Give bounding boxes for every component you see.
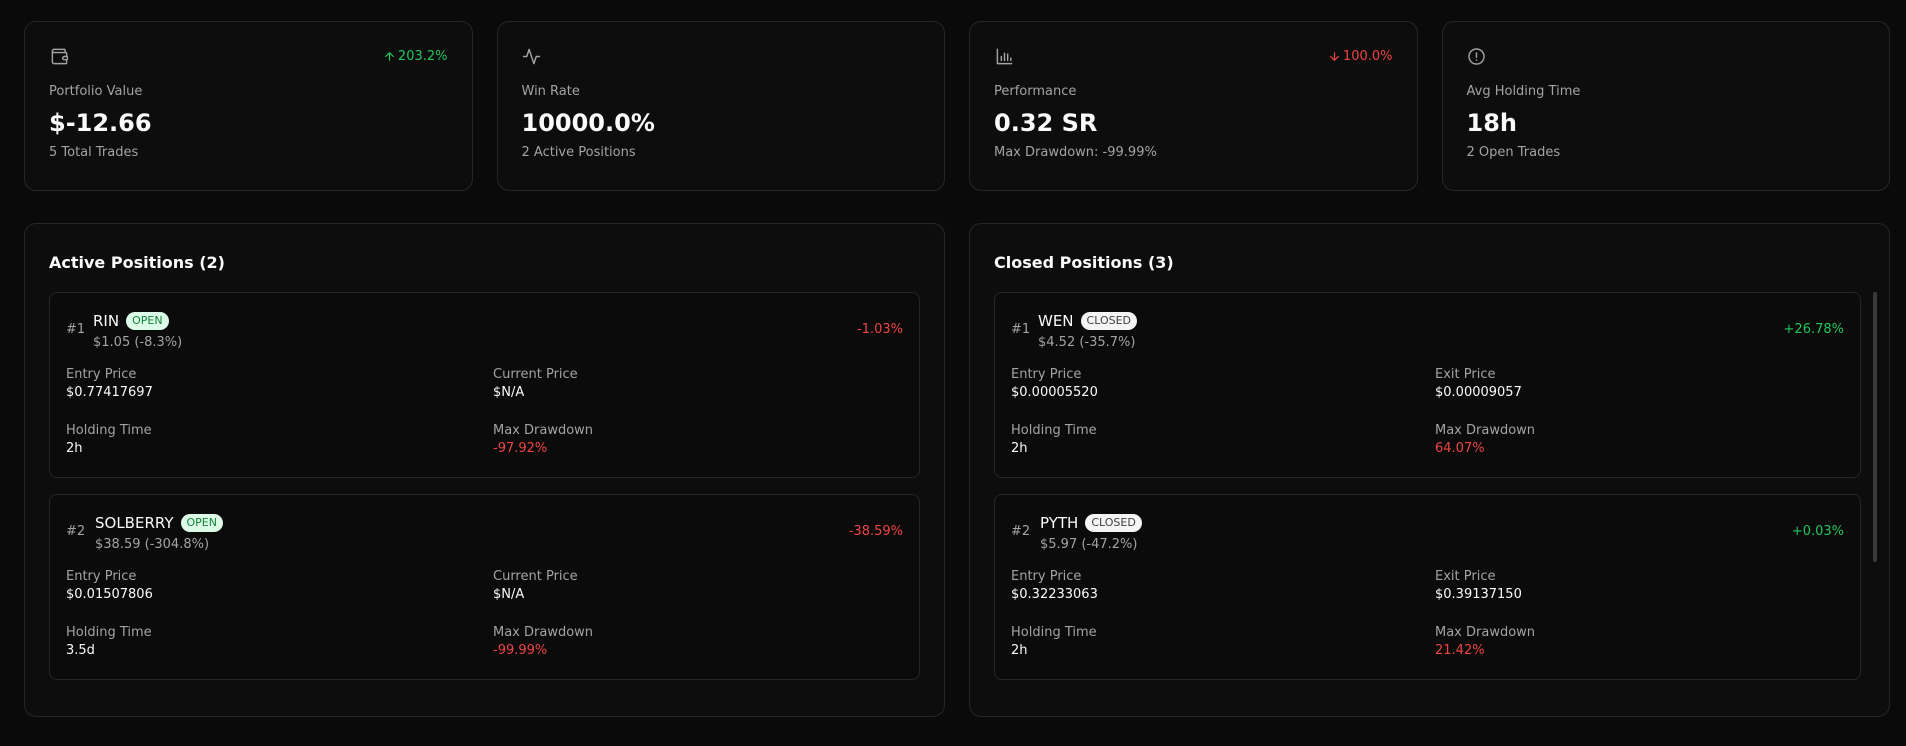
max-drawdown-field: Max Drawdown -99.99% xyxy=(493,625,594,658)
stat-label: Avg Holding Time xyxy=(1466,84,1581,99)
panel-title: Active Positions (2) xyxy=(49,253,225,272)
position-header: SOLBERRY OPEN xyxy=(95,514,223,532)
entry-price-field: Entry Price $0.00005520 xyxy=(1011,367,1098,400)
position-pnl: +0.03% xyxy=(1791,524,1844,539)
alert-circle-icon xyxy=(1467,46,1487,66)
status-badge: CLOSED xyxy=(1080,312,1138,330)
position-header: WEN CLOSED xyxy=(1038,312,1138,330)
bar-chart-icon xyxy=(994,46,1014,66)
token-name: PYTH xyxy=(1040,514,1079,532)
position-number: #2 xyxy=(66,524,86,539)
activity-icon xyxy=(522,46,542,66)
status-badge: OPEN xyxy=(180,514,223,532)
closed-positions-panel: Closed Positions (3) #1 WEN CLOSED $4.52… xyxy=(969,223,1890,717)
max-drawdown-field: Max Drawdown 21.42% xyxy=(1435,625,1536,658)
stat-label: Performance xyxy=(994,84,1077,99)
position-card-rin[interactable]: #1 RIN OPEN $1.05 (-8.3%) -1.03% Entry P… xyxy=(49,292,920,478)
arrow-up-icon xyxy=(385,51,394,61)
status-badge: CLOSED xyxy=(1085,514,1142,532)
position-number: #1 xyxy=(1011,322,1031,337)
position-value: $1.05 (-8.3%) xyxy=(93,335,183,350)
token-name: WEN xyxy=(1038,312,1074,330)
win-rate-card: Win Rate 10000.0% 2 Active Positions xyxy=(496,21,945,191)
stat-label: Win Rate xyxy=(521,84,580,99)
holding-time-field: Holding Time 2h xyxy=(1011,625,1097,658)
arrow-down-icon xyxy=(1330,51,1339,61)
position-pnl: +26.78% xyxy=(1783,322,1844,337)
stat-value: $-12.66 xyxy=(49,109,152,137)
stat-value: 10000.0% xyxy=(521,109,655,137)
wallet-icon xyxy=(49,46,69,66)
stat-subtext: 5 Total Trades xyxy=(49,145,139,160)
position-card-pyth[interactable]: #2 PYTH CLOSED $5.97 (-47.2%) +0.03% Ent… xyxy=(994,494,1861,680)
position-pnl: -1.03% xyxy=(857,322,903,337)
entry-price-field: Entry Price $0.77417697 xyxy=(66,367,153,400)
position-header: RIN OPEN xyxy=(93,312,169,330)
stat-value: 0.32 SR xyxy=(994,109,1098,137)
holding-time-field: Holding Time 3.5d xyxy=(66,625,152,658)
scrollbar[interactable] xyxy=(1873,292,1877,562)
position-number: #2 xyxy=(1011,524,1031,539)
position-number: #1 xyxy=(66,322,86,337)
stat-subtext: Max Drawdown: -99.99% xyxy=(994,145,1157,160)
position-value: $5.97 (-47.2%) xyxy=(1040,537,1138,552)
position-value: $38.59 (-304.8%) xyxy=(95,537,210,552)
performance-card: 100.0% Performance 0.32 SR Max Drawdown:… xyxy=(969,21,1418,191)
stat-subtext: 2 Active Positions xyxy=(521,145,636,160)
entry-price-field: Entry Price $0.01507806 xyxy=(66,569,153,602)
stat-value: 18h xyxy=(1466,109,1517,137)
token-name: RIN xyxy=(93,312,120,330)
stats-row: 203.2% Portfolio Value $-12.66 5 Total T… xyxy=(24,21,1890,191)
holding-time-field: Holding Time 2h xyxy=(66,423,152,456)
stat-label: Portfolio Value xyxy=(49,84,143,99)
exit-price-field: Exit Price $0.00009057 xyxy=(1435,367,1522,400)
position-pnl: -38.59% xyxy=(848,524,903,539)
portfolio-change: 203.2% xyxy=(383,49,448,64)
dashboard: 203.2% Portfolio Value $-12.66 5 Total T… xyxy=(0,0,1906,746)
panel-title: Closed Positions (3) xyxy=(994,253,1174,272)
current-price-field: Current Price $N/A xyxy=(493,569,578,602)
position-card-wen[interactable]: #1 WEN CLOSED $4.52 (-35.7%) +26.78% Ent… xyxy=(994,292,1861,478)
avg-holding-time-card: Avg Holding Time 18h 2 Open Trades xyxy=(1441,21,1890,191)
active-positions-panel: Active Positions (2) #1 RIN OPEN $1.05 (… xyxy=(24,223,945,717)
performance-change: 100.0% xyxy=(1328,49,1393,64)
token-name: SOLBERRY xyxy=(95,514,174,532)
position-card-solberry[interactable]: #2 SOLBERRY OPEN $38.59 (-304.8%) -38.59… xyxy=(49,494,920,680)
max-drawdown-field: Max Drawdown 64.07% xyxy=(1435,423,1536,456)
exit-price-field: Exit Price $0.39137150 xyxy=(1435,569,1522,602)
holding-time-field: Holding Time 2h xyxy=(1011,423,1097,456)
portfolio-value-card: 203.2% Portfolio Value $-12.66 5 Total T… xyxy=(24,21,473,191)
current-price-field: Current Price $N/A xyxy=(493,367,578,400)
status-badge: OPEN xyxy=(126,312,169,330)
entry-price-field: Entry Price $0.32233063 xyxy=(1011,569,1098,602)
position-header: PYTH CLOSED xyxy=(1040,514,1142,532)
max-drawdown-field: Max Drawdown -97.92% xyxy=(493,423,594,456)
position-value: $4.52 (-35.7%) xyxy=(1038,335,1136,350)
stat-subtext: 2 Open Trades xyxy=(1466,145,1561,160)
